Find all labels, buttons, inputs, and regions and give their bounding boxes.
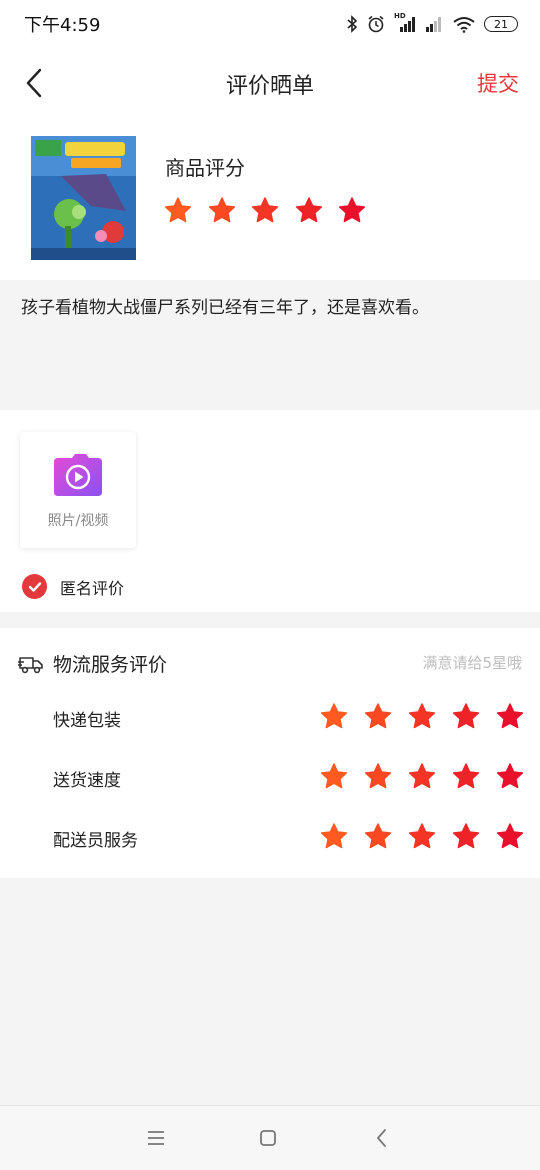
upload-label: 照片/视频 [47, 513, 109, 529]
review-text-area[interactable]: 孩子看植物大战僵尸系列已经有三年了，还是喜欢看。 [0, 280, 540, 410]
star-icon[interactable] [251, 196, 279, 224]
bluetooth-icon [347, 15, 358, 33]
system-nav-bar [0, 1105, 540, 1170]
signal-hd-icon: HD [394, 12, 416, 33]
nav-bar: 评价晒单 提交 [0, 48, 540, 118]
logistics-hint: 满意请给5星哦 [422, 654, 522, 672]
signal-icon [426, 17, 441, 32]
logistics-row-stars [320, 822, 524, 850]
status-bar: 下午4:59 HD 21 [0, 0, 540, 48]
star-icon[interactable] [496, 702, 524, 730]
star-icon[interactable] [320, 762, 348, 790]
star-icon[interactable] [408, 762, 436, 790]
star-icon[interactable] [408, 822, 436, 850]
media-section: 照片/视频 匿名评价 [0, 410, 540, 612]
alarm-icon [368, 15, 384, 33]
star-icon[interactable] [364, 762, 392, 790]
star-icon[interactable] [452, 702, 480, 730]
photo-video-upload-button[interactable]: 照片/视频 [20, 432, 136, 548]
logistics-row-delivery-speed: 送货速度 [0, 758, 540, 798]
logistics-row-stars [320, 702, 524, 730]
star-icon[interactable] [320, 702, 348, 730]
checkbox-checked-icon[interactable] [22, 574, 47, 599]
star-icon[interactable] [364, 822, 392, 850]
camera-video-icon [54, 454, 102, 496]
star-icon[interactable] [208, 196, 236, 224]
star-icon[interactable] [164, 196, 192, 224]
product-cover-image [31, 136, 136, 260]
logistics-row-packaging: 快递包装 [0, 698, 540, 738]
logistics-title: 物流服务评价 [53, 654, 168, 676]
logistics-row-label: 快递包装 [53, 711, 121, 731]
anonymous-label: 匿名评价 [60, 578, 125, 598]
product-rating-title: 商品评分 [165, 156, 245, 180]
nav-back-icon[interactable] [374, 1127, 390, 1149]
battery-icon: 21 [484, 16, 518, 32]
star-icon[interactable] [496, 762, 524, 790]
star-icon[interactable] [496, 822, 524, 850]
star-icon[interactable] [408, 702, 436, 730]
product-rating-stars [164, 196, 366, 224]
logistics-row-courier-service: 配送员服务 [0, 818, 540, 858]
product-rating-section: 商品评分 [0, 118, 540, 280]
star-icon[interactable] [452, 822, 480, 850]
review-text: 孩子看植物大战僵尸系列已经有三年了，还是喜欢看。 [21, 298, 429, 318]
star-icon[interactable] [295, 196, 323, 224]
star-icon[interactable] [338, 196, 366, 224]
anonymous-toggle[interactable]: 匿名评价 [22, 574, 124, 599]
truck-icon [18, 656, 43, 673]
status-icons: HD 21 [346, 12, 518, 34]
submit-button[interactable]: 提交 [477, 68, 519, 98]
star-icon[interactable] [320, 822, 348, 850]
status-time: 下午4:59 [24, 15, 101, 36]
logistics-header: 物流服务评价 [18, 650, 167, 677]
logistics-rating-section: 物流服务评价 满意请给5星哦 快递包装 送货速度 配送员服务 [0, 628, 540, 878]
star-icon[interactable] [364, 702, 392, 730]
home-icon[interactable] [258, 1128, 278, 1148]
wifi-icon [453, 17, 475, 33]
menu-icon[interactable] [145, 1128, 167, 1148]
page-title: 评价晒单 [225, 74, 314, 99]
star-icon[interactable] [452, 762, 480, 790]
logistics-row-label: 配送员服务 [53, 831, 138, 851]
logistics-row-stars [320, 762, 524, 790]
logistics-row-label: 送货速度 [53, 771, 121, 791]
